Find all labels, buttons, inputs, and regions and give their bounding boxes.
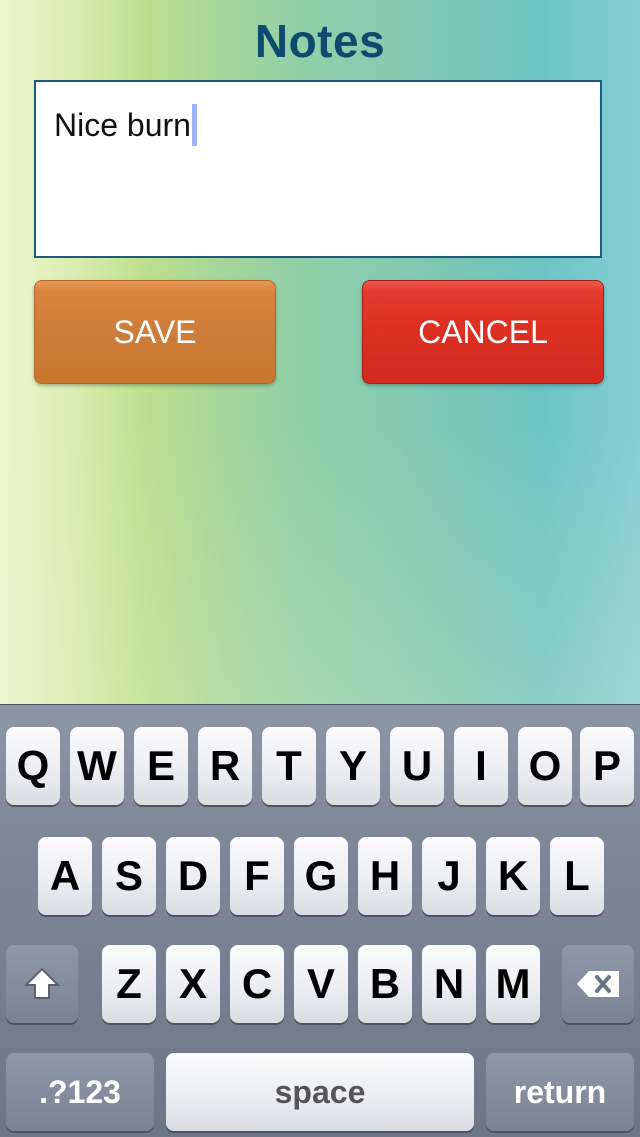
- shift-icon: [23, 967, 61, 999]
- key-s[interactable]: S: [102, 837, 156, 915]
- numbers-key[interactable]: .?123: [6, 1053, 154, 1131]
- key-y[interactable]: Y: [326, 727, 380, 805]
- key-d[interactable]: D: [166, 837, 220, 915]
- key-l[interactable]: L: [550, 837, 604, 915]
- key-v[interactable]: V: [294, 945, 348, 1023]
- key-e[interactable]: E: [134, 727, 188, 805]
- key-o[interactable]: O: [518, 727, 572, 805]
- text-cursor: [191, 104, 197, 146]
- key-w[interactable]: W: [70, 727, 124, 805]
- key-f[interactable]: F: [230, 837, 284, 915]
- keyboard: Q W E R T Y U I O P A S D F G H J K L Z …: [0, 704, 640, 1137]
- key-p[interactable]: P: [580, 727, 634, 805]
- key-r[interactable]: R: [198, 727, 252, 805]
- save-button[interactable]: SAVE: [34, 280, 276, 384]
- space-key[interactable]: space: [166, 1053, 474, 1131]
- key-c[interactable]: C: [230, 945, 284, 1023]
- key-t[interactable]: T: [262, 727, 316, 805]
- key-u[interactable]: U: [390, 727, 444, 805]
- key-a[interactable]: A: [38, 837, 92, 915]
- key-g[interactable]: G: [294, 837, 348, 915]
- key-x[interactable]: X: [166, 945, 220, 1023]
- key-z[interactable]: Z: [102, 945, 156, 1023]
- backspace-icon: [577, 971, 619, 997]
- notes-text: Nice burn: [54, 107, 191, 143]
- cancel-button[interactable]: CANCEL: [362, 280, 604, 384]
- backspace-key[interactable]: [562, 945, 634, 1023]
- key-m[interactable]: M: [486, 945, 540, 1023]
- key-h[interactable]: H: [358, 837, 412, 915]
- key-k[interactable]: K: [486, 837, 540, 915]
- key-n[interactable]: N: [422, 945, 476, 1023]
- key-i[interactable]: I: [454, 727, 508, 805]
- page-title: Notes: [254, 15, 386, 67]
- key-q[interactable]: Q: [6, 727, 60, 805]
- key-b[interactable]: B: [358, 945, 412, 1023]
- return-key[interactable]: return: [486, 1053, 634, 1131]
- notes-text-area[interactable]: Nice burn: [34, 80, 602, 258]
- key-j[interactable]: J: [422, 837, 476, 915]
- shift-key[interactable]: [6, 945, 78, 1023]
